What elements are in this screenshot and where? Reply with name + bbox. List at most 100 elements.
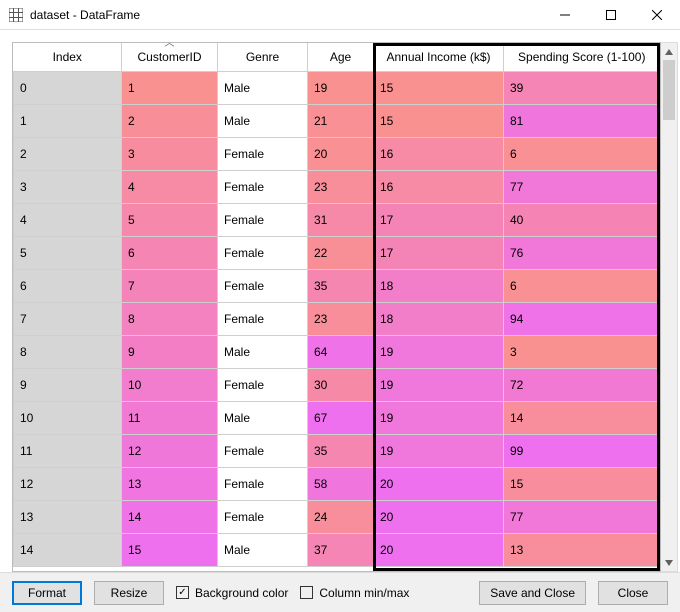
data-cell[interactable]: 3 [504, 335, 660, 368]
data-cell[interactable]: 35 [308, 269, 374, 302]
index-cell[interactable]: 12 [14, 467, 122, 500]
data-cell[interactable]: 19 [374, 401, 504, 434]
data-cell[interactable]: 15 [504, 467, 660, 500]
table-row[interactable]: 78Female231894 [14, 302, 660, 335]
data-cell[interactable]: 37 [308, 533, 374, 566]
data-cell[interactable]: Female [218, 170, 308, 203]
data-cell[interactable]: Male [218, 335, 308, 368]
data-cell[interactable]: 94 [504, 302, 660, 335]
data-cell[interactable]: 20 [374, 500, 504, 533]
column-header[interactable]: Spending Score (1-100) [504, 43, 660, 71]
scroll-up-arrow-icon[interactable] [661, 43, 677, 60]
index-cell[interactable]: 9 [14, 368, 122, 401]
data-cell[interactable]: 20 [308, 137, 374, 170]
data-cell[interactable]: 77 [504, 170, 660, 203]
table-row[interactable]: 1314Female242077 [14, 500, 660, 533]
data-cell[interactable]: 9 [122, 335, 218, 368]
data-cell[interactable]: 76 [504, 236, 660, 269]
index-cell[interactable]: 6 [14, 269, 122, 302]
data-cell[interactable]: Female [218, 500, 308, 533]
data-cell[interactable]: 13 [122, 467, 218, 500]
data-cell[interactable]: 8 [122, 302, 218, 335]
data-cell[interactable]: 7 [122, 269, 218, 302]
data-cell[interactable]: Male [218, 104, 308, 137]
data-cell[interactable]: 72 [504, 368, 660, 401]
index-cell[interactable]: 13 [14, 500, 122, 533]
data-cell[interactable]: 23 [308, 170, 374, 203]
column-minmax-checkbox[interactable]: Column min/max [300, 586, 409, 600]
data-cell[interactable]: 30 [308, 368, 374, 401]
data-cell[interactable]: 6 [504, 269, 660, 302]
data-cell[interactable]: 19 [308, 71, 374, 104]
data-cell[interactable]: 20 [374, 467, 504, 500]
minimize-button[interactable] [542, 0, 588, 30]
data-cell[interactable]: Female [218, 269, 308, 302]
data-cell[interactable]: 99 [504, 434, 660, 467]
data-cell[interactable]: 16 [374, 137, 504, 170]
data-cell[interactable]: 13 [504, 533, 660, 566]
table-row[interactable]: 34Female231677 [14, 170, 660, 203]
data-cell[interactable]: 15 [122, 533, 218, 566]
table-row[interactable]: 56Female221776 [14, 236, 660, 269]
data-cell[interactable]: 18 [374, 302, 504, 335]
data-cell[interactable]: 40 [504, 203, 660, 236]
index-cell[interactable]: 0 [14, 71, 122, 104]
table-row[interactable]: 67Female35186 [14, 269, 660, 302]
column-header[interactable]: CustomerID︿ [122, 43, 218, 71]
format-button[interactable]: Format [12, 581, 82, 605]
data-cell[interactable]: Female [218, 368, 308, 401]
table-row[interactable]: 1112Female351999 [14, 434, 660, 467]
data-cell[interactable]: Female [218, 137, 308, 170]
column-header[interactable]: Annual Income (k$) [374, 43, 504, 71]
data-cell[interactable]: Female [218, 203, 308, 236]
table-row[interactable]: 1213Female582015 [14, 467, 660, 500]
scroll-track[interactable] [661, 60, 677, 554]
data-cell[interactable]: 58 [308, 467, 374, 500]
data-cell[interactable]: 6 [504, 137, 660, 170]
data-cell[interactable]: Male [218, 401, 308, 434]
table-row[interactable]: 1011Male671914 [14, 401, 660, 434]
data-cell[interactable]: 19 [374, 434, 504, 467]
index-cell[interactable]: 5 [14, 236, 122, 269]
vertical-scrollbar[interactable] [661, 42, 678, 572]
dataframe-table[interactable]: IndexCustomerID︿GenreAgeAnnual Income (k… [13, 43, 660, 567]
data-cell[interactable]: 31 [308, 203, 374, 236]
index-cell[interactable]: 2 [14, 137, 122, 170]
save-and-close-button[interactable]: Save and Close [479, 581, 586, 605]
data-cell[interactable]: 39 [504, 71, 660, 104]
column-header[interactable]: Genre [218, 43, 308, 71]
maximize-button[interactable] [588, 0, 634, 30]
index-cell[interactable]: 8 [14, 335, 122, 368]
column-header[interactable]: Index [14, 43, 122, 71]
data-cell[interactable]: 5 [122, 203, 218, 236]
index-cell[interactable]: 11 [14, 434, 122, 467]
data-cell[interactable]: Male [218, 533, 308, 566]
data-cell[interactable]: 3 [122, 137, 218, 170]
table-row[interactable]: 910Female301972 [14, 368, 660, 401]
data-cell[interactable]: 1 [122, 71, 218, 104]
data-cell[interactable]: Female [218, 467, 308, 500]
index-cell[interactable]: 7 [14, 302, 122, 335]
data-cell[interactable]: 10 [122, 368, 218, 401]
data-cell[interactable]: 22 [308, 236, 374, 269]
data-cell[interactable]: 17 [374, 236, 504, 269]
data-cell[interactable]: 19 [374, 335, 504, 368]
data-cell[interactable]: Male [218, 71, 308, 104]
data-cell[interactable]: 12 [122, 434, 218, 467]
data-cell[interactable]: 18 [374, 269, 504, 302]
index-cell[interactable]: 1 [14, 104, 122, 137]
table-row[interactable]: 23Female20166 [14, 137, 660, 170]
data-cell[interactable]: 14 [122, 500, 218, 533]
data-cell[interactable]: 19 [374, 368, 504, 401]
index-cell[interactable]: 10 [14, 401, 122, 434]
close-footer-button[interactable]: Close [598, 581, 668, 605]
data-cell[interactable]: 4 [122, 170, 218, 203]
table-row[interactable]: 1415Male372013 [14, 533, 660, 566]
index-cell[interactable]: 3 [14, 170, 122, 203]
data-cell[interactable]: Female [218, 236, 308, 269]
data-cell[interactable]: 2 [122, 104, 218, 137]
data-cell[interactable]: 67 [308, 401, 374, 434]
data-cell[interactable]: 24 [308, 500, 374, 533]
background-color-checkbox[interactable]: ✓ Background color [176, 586, 288, 600]
table-row[interactable]: 12Male211581 [14, 104, 660, 137]
